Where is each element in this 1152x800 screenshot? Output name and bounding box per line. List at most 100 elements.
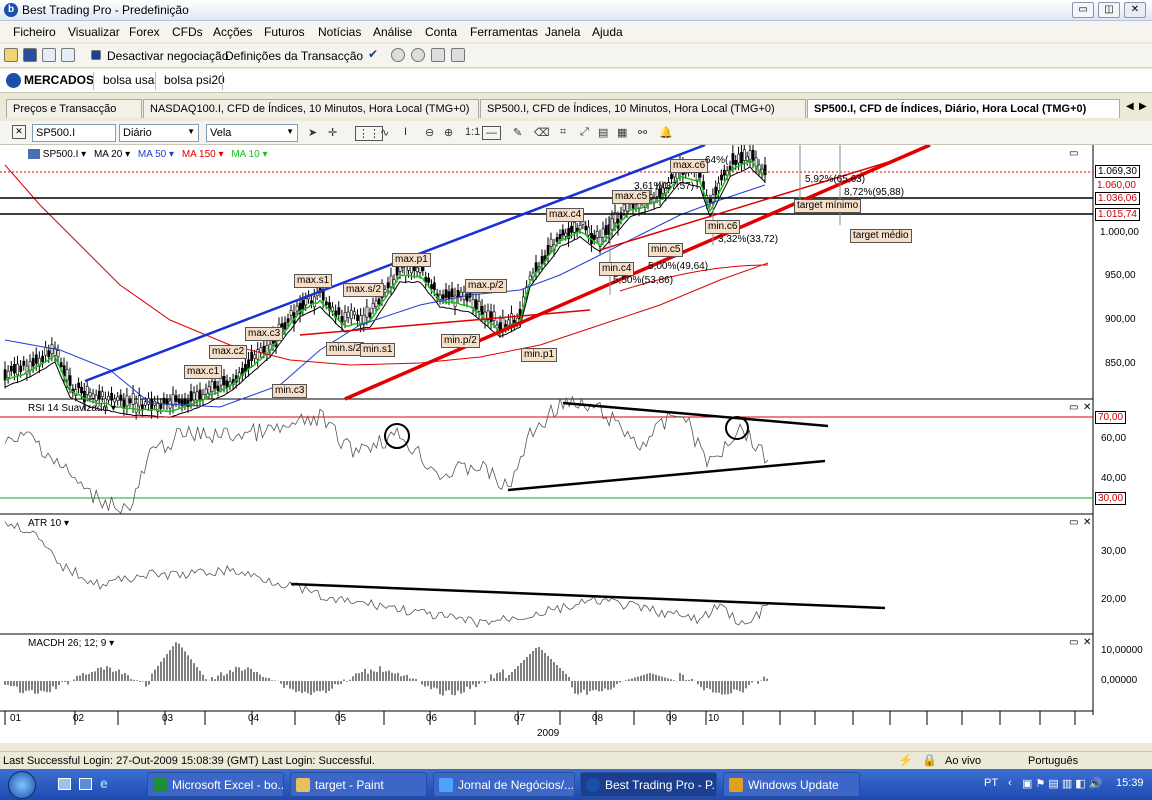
symbol-field[interactable]: SP500.I [32,124,116,142]
minimize-button[interactable]: ▭ [1072,2,1094,18]
maximize-panel-icon[interactable]: ▭ [1069,518,1078,528]
tray-expand-icon[interactable]: ‹ [1008,777,1012,789]
start-button[interactable] [0,769,50,800]
show-desktop-icon[interactable] [58,778,71,790]
back-icon[interactable] [391,48,405,62]
zoom-icon[interactable]: ⊕ [444,126,453,139]
print-preview-icon[interactable] [61,48,75,62]
menu-conta[interactable]: Conta [425,25,457,39]
atr-label[interactable]: ATR 10 ▾ [28,518,69,529]
crosshair-icon[interactable]: ✛ [328,126,337,139]
switch-windows-icon[interactable] [79,778,92,790]
task-browser[interactable]: Jornal de Negócios/... [433,772,575,797]
candle-body [489,311,493,323]
legend-ma20[interactable]: MA 20 ▾ [94,149,130,160]
close-panel-icon[interactable]: ✕ [1083,518,1091,528]
print-icon[interactable] [42,48,56,62]
candle-body [477,300,481,312]
indicator-icon[interactable]: ∿ [380,126,389,139]
language-status[interactable]: Português [1028,755,1078,767]
menu-visualizar[interactable]: Visualizar [68,25,120,39]
connection-icon: ⚡ [898,753,913,767]
maximize-panel-icon[interactable]: ▭ [1069,403,1078,413]
rsi-divergence-circle [725,416,749,440]
line-tool-icon[interactable]: — [482,126,501,140]
tray-icons[interactable]: ▣ ⚑ ▤ ▥ ◧ 🔊 [1022,777,1102,790]
template-icon[interactable]: ▦ [617,126,627,139]
pencil-icon[interactable]: ✎ [513,126,522,139]
legend-ma50[interactable]: MA 50 ▾ [138,149,174,160]
task-paint[interactable]: target - Paint [290,772,427,797]
clock[interactable]: 15:39 [1116,777,1144,789]
tab-scroll-right-icon[interactable]: ▶ [1139,101,1147,112]
menu-ficheiro[interactable]: Ficheiro [13,25,56,39]
deactivate-trading-icon[interactable] [91,50,101,60]
refresh-icon[interactable] [451,48,465,62]
close-button[interactable]: ✕ [1124,2,1146,18]
tab-bolsa-psi20[interactable]: bolsa psi20 [164,73,225,87]
menu-forex[interactable]: Forex [129,25,160,39]
rsi-label[interactable]: RSI 14 Suavizado ▾ [28,403,116,414]
candle-body [119,394,123,401]
candle-body [259,347,263,353]
candle-body [162,397,166,405]
open-folder-icon[interactable] [4,48,18,62]
save-icon[interactable] [23,48,37,62]
input-language[interactable]: PT [984,777,998,789]
deactivate-trading-button[interactable]: Desactivar negociação [107,49,228,63]
tab-scroll-left-icon[interactable]: ◀ [1126,101,1134,112]
main-toolbar: Desactivar negociação Definições da Tran… [0,44,1152,68]
price-series [0,145,1093,420]
month-label: 03 [162,713,174,724]
menu-noticias[interactable]: Notícias [318,25,361,39]
text-tool-icon[interactable]: I [404,126,407,138]
task-excel[interactable]: Microsoft Excel - bo... [147,772,284,797]
doc-tab-sp500-10min[interactable]: SP500.I, CFD de Índices, 10 Minutos, Hor… [480,99,806,118]
drawing-tools-icon[interactable]: ⌗ [560,126,566,139]
maximize-panel-icon[interactable]: ▭ [1069,638,1078,648]
chart-canvas[interactable] [0,145,1152,743]
legend-symbol[interactable]: SP500.I ▾ [43,149,86,160]
close-panel-icon[interactable]: ✕ [1083,403,1091,413]
crosshair-toggle-icon[interactable]: ✕ [12,125,26,139]
pointer-icon[interactable]: ➤ [308,126,317,139]
menu-ajuda[interactable]: Ajuda [592,25,623,39]
link-icon[interactable]: ⚯ [638,126,647,139]
grid-icon[interactable]: ⋮⋮ [355,126,383,141]
task-best-trading[interactable]: Best Trading Pro - P... [580,772,717,797]
period-select[interactable]: Diário ▼ [119,124,199,142]
legend-ma150[interactable]: MA 150 ▾ [182,149,224,160]
doc-tab-prices[interactable]: Preços e Transacção [6,99,142,118]
macd-label[interactable]: MACDH 26; 12; 9 ▾ [28,638,114,649]
restore-button[interactable]: ◫ [1098,2,1120,18]
task-windows-update[interactable]: Windows Update [723,772,860,797]
internet-explorer-icon[interactable]: e [100,775,108,791]
menu-accoes[interactable]: Acções [213,25,252,39]
maximize-panel-icon[interactable]: ▭ [1069,149,1078,159]
menu-ferramentas[interactable]: Ferramentas [470,25,538,39]
checkmark-icon[interactable]: ✔ [368,47,378,61]
tab-bolsa-usa[interactable]: bolsa usa [103,73,154,87]
menu-futuros[interactable]: Futuros [264,25,305,39]
layers-icon[interactable]: ▤ [598,126,608,139]
doc-tab-sp500-daily[interactable]: SP500.I, CFD de Índices, Diário, Hora Lo… [807,99,1120,118]
legend-ma10[interactable]: MA 10 ▾ [231,149,267,160]
home-icon[interactable] [431,48,445,62]
candle-body [456,290,460,298]
tab-mercados[interactable]: MERCADOS [24,73,94,87]
expand-icon[interactable]: ⤢ [580,126,589,139]
menu-cfds[interactable]: CFDs [172,25,203,39]
alert-bell-icon[interactable]: 🔔 [659,126,673,139]
close-panel-icon[interactable]: ✕ [1083,638,1091,648]
zoom-out-icon[interactable]: ⊖ [425,126,434,139]
transaction-settings-button[interactable]: Definições da Transacção [225,49,363,63]
eraser-icon[interactable]: ⌫ [534,126,550,139]
chart-area[interactable]: SP500.I ▾ MA 20 ▾ MA 50 ▾ MA 150 ▾ MA 10… [0,145,1152,743]
chart-style-select[interactable]: Vela ▼ [206,124,298,142]
ratio-button[interactable]: 1:1 [465,126,480,138]
doc-tab-nasdaq-10min[interactable]: NASDAQ100.I, CFD de Índices, 10 Minutos,… [143,99,479,118]
menu-janela[interactable]: Janela [545,25,580,39]
forward-icon[interactable] [411,48,425,62]
month-label: 06 [426,713,438,724]
menu-analise[interactable]: Análise [373,25,412,39]
